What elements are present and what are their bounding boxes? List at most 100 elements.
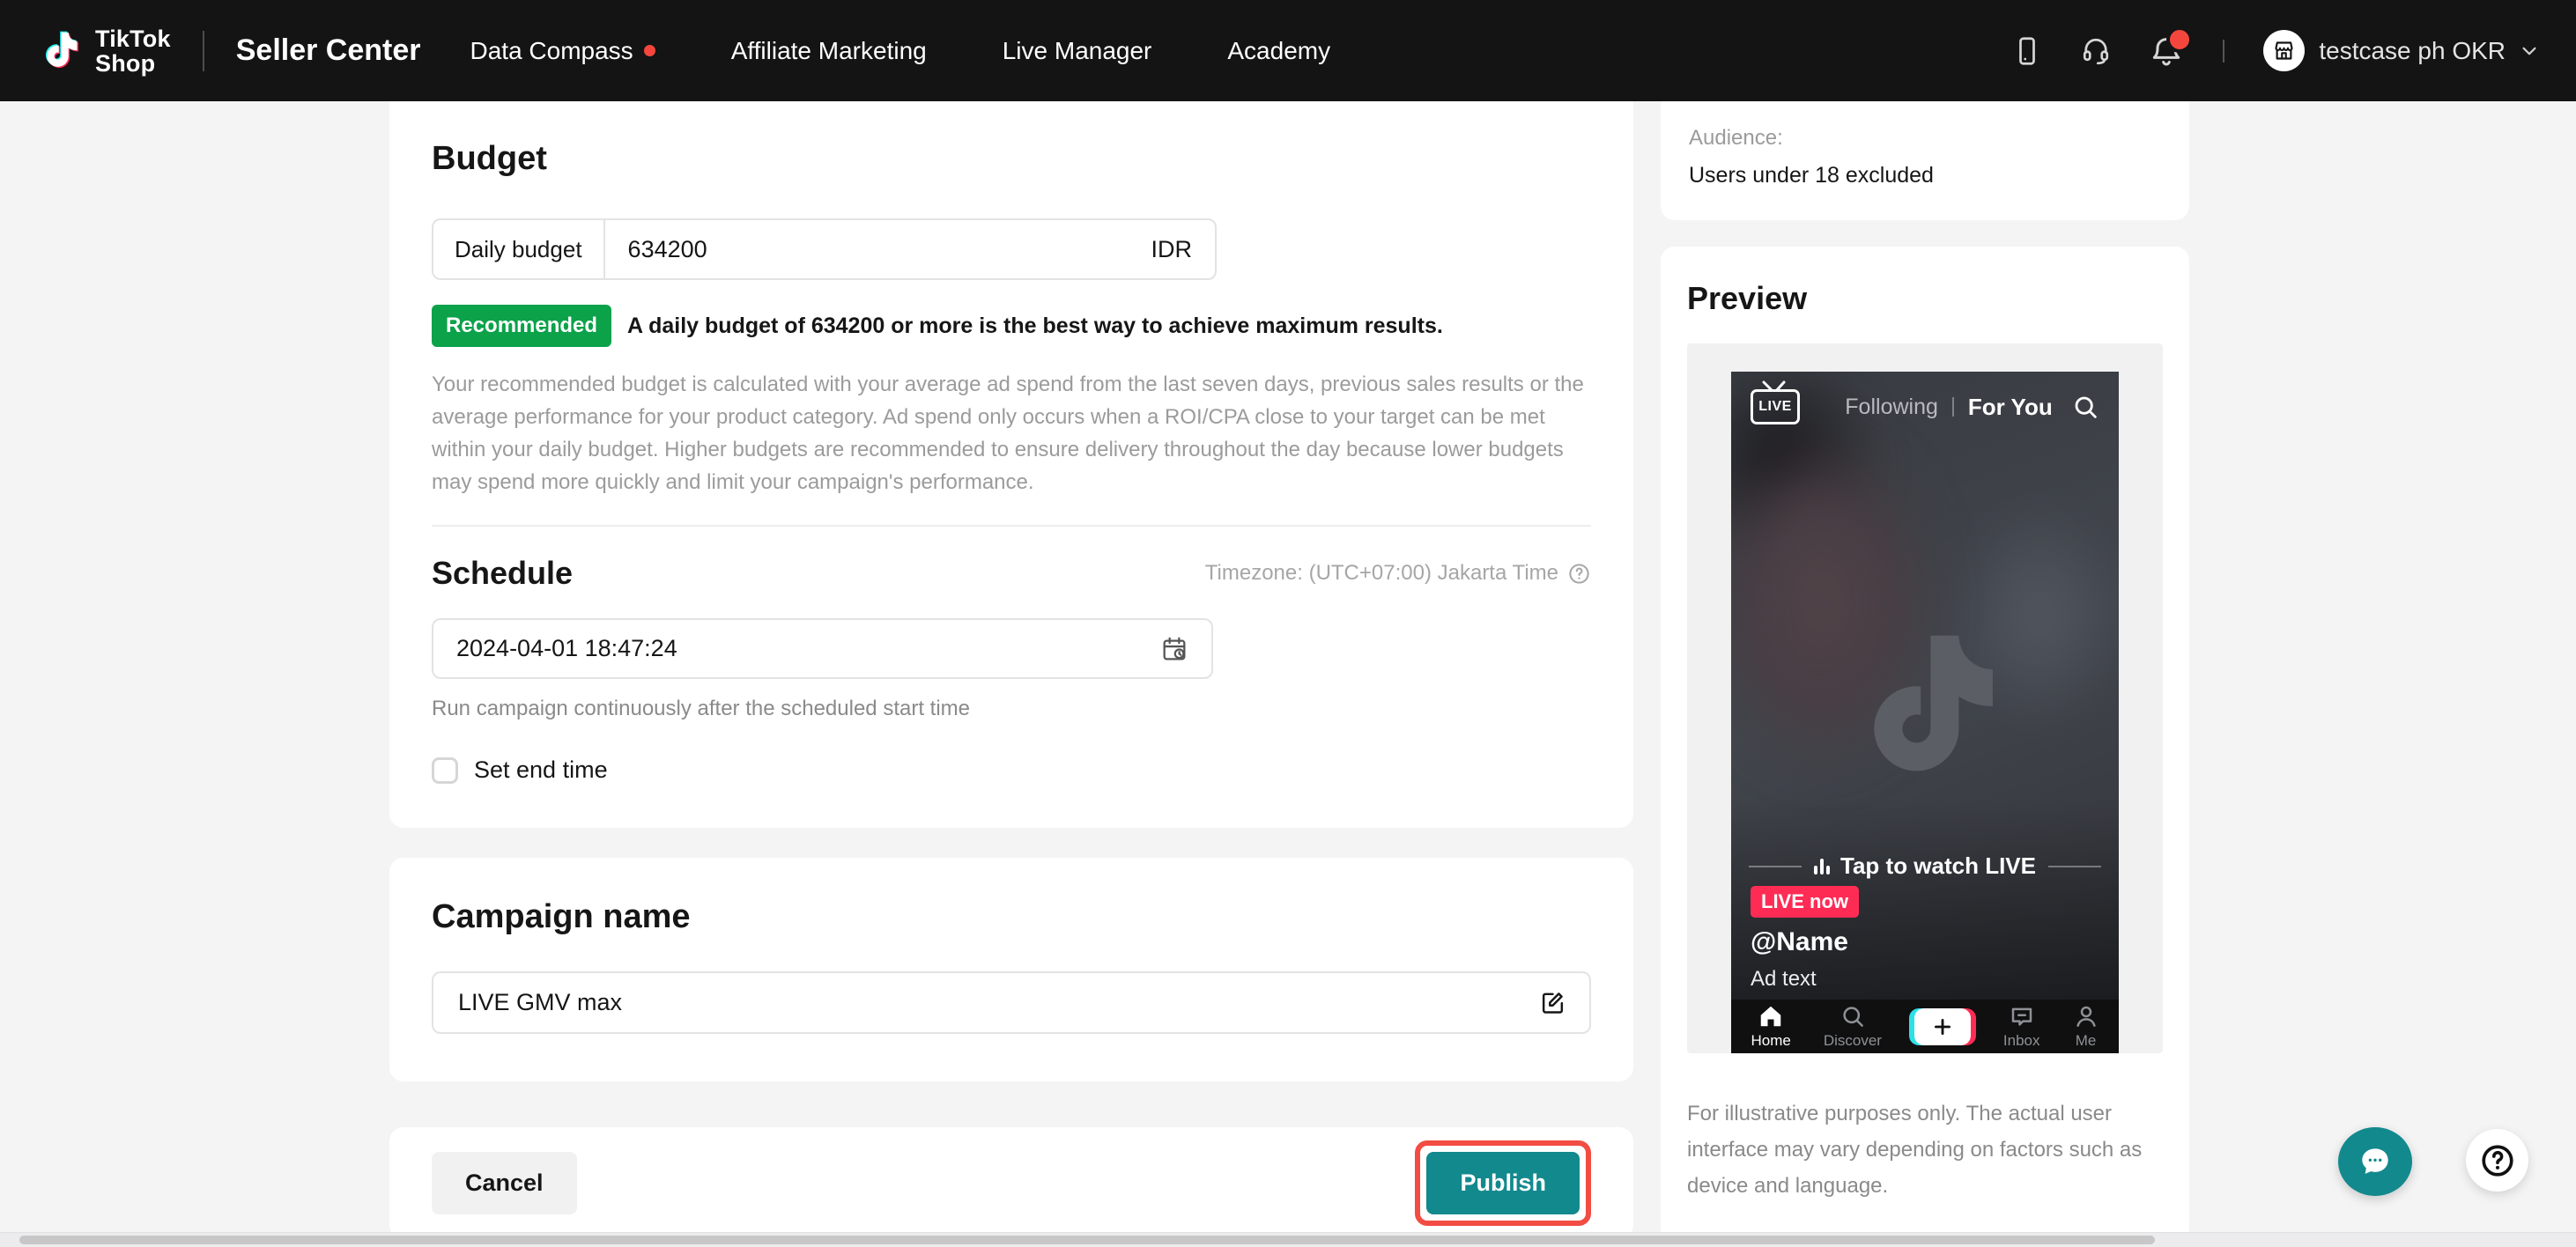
schedule-title: Schedule	[432, 555, 573, 592]
recommendation-text: A daily budget of 634200 or more is the …	[627, 314, 1443, 339]
notification-badge	[2166, 26, 2193, 53]
section-divider	[432, 525, 1591, 527]
chevron-down-icon	[2520, 41, 2539, 61]
nav-menu: Data Compass Affiliate Marketing Live Ma…	[470, 37, 1331, 65]
tap-to-watch: Tap to watch LIVE	[1814, 852, 2036, 880]
support-headset-icon[interactable]	[2080, 35, 2112, 67]
timezone-help-icon[interactable]	[1567, 562, 1591, 586]
nav-right-cluster: testcase ph OKR	[2011, 30, 2539, 71]
edit-icon[interactable]	[1539, 989, 1566, 1016]
mobile-app-icon[interactable]	[2011, 35, 2043, 67]
nav-divider	[203, 31, 204, 71]
tap-to-watch-row: Tap to watch LIVE	[1731, 852, 2119, 880]
question-circle-icon	[2478, 1141, 2517, 1180]
scrollbar-thumb[interactable]	[19, 1236, 2155, 1244]
campaign-name-card: Campaign name	[389, 858, 1633, 1081]
help-button[interactable]	[2466, 1129, 2528, 1192]
nav-item-label: Live Manager	[1003, 37, 1152, 65]
phone-top-bar: LIVE Following For You	[1731, 372, 2119, 442]
nav-item-live-manager[interactable]: Live Manager	[1003, 37, 1152, 65]
set-end-time-row: Set end time	[432, 756, 1591, 784]
live-tv-icon: LIVE	[1751, 389, 1800, 424]
tiktok-note-icon	[37, 26, 83, 77]
phone-nav-label: Home	[1751, 1032, 1790, 1050]
phone-nav-inbox: Inbox	[2003, 1003, 2040, 1050]
publish-button[interactable]: Publish	[1426, 1152, 1580, 1214]
ad-username: @Name	[1751, 927, 1848, 957]
phone-nav-label: Me	[2076, 1032, 2097, 1050]
annotation-highlight: Publish	[1415, 1140, 1591, 1226]
account-menu[interactable]: testcase ph OKR	[2263, 30, 2539, 71]
decor-line	[1749, 866, 1802, 867]
brand-text: TikTok Shop	[95, 26, 171, 76]
nav-item-academy[interactable]: Academy	[1227, 37, 1330, 65]
phone-nav-discover: Discover	[1824, 1003, 1882, 1050]
live-tv-label: LIVE	[1758, 399, 1792, 415]
preview-card: Preview LIVE	[1661, 247, 2189, 1243]
set-end-time-label: Set end time	[474, 756, 608, 784]
budget-input-group: Daily budget IDR	[432, 218, 1217, 280]
decor-line	[2048, 866, 2101, 867]
budget-type-selector[interactable]: Daily budget	[433, 220, 605, 278]
profile-icon	[2073, 1003, 2099, 1029]
budget-title: Budget	[432, 140, 1591, 178]
summary-column: Audience: Users under 18 excluded Previe…	[1661, 101, 2189, 1243]
budget-currency-label: IDR	[1129, 220, 1216, 278]
nav-item-label: Academy	[1227, 37, 1330, 65]
nav-item-label: Data Compass	[470, 37, 633, 65]
ad-text: Ad text	[1751, 967, 1817, 992]
nav-item-label: Affiliate Marketing	[731, 37, 927, 65]
audience-label: Audience:	[1689, 126, 2161, 151]
product-title[interactable]: Seller Center	[236, 33, 421, 68]
campaign-name-title: Campaign name	[432, 898, 1591, 936]
phone-preview-container: LIVE Following For You	[1687, 343, 2163, 1053]
set-end-time-checkbox[interactable]	[432, 757, 458, 784]
tap-to-watch-label: Tap to watch LIVE	[1840, 852, 2036, 880]
seller-center-page: TikTok Shop Seller Center Data Compass A…	[0, 0, 2576, 1247]
phone-mockup: LIVE Following For You	[1731, 372, 2119, 1053]
notification-bell-icon[interactable]	[2149, 33, 2184, 69]
preview-disclaimer: For illustrative purposes only. The actu…	[1687, 1096, 2163, 1204]
store-avatar-icon	[2263, 30, 2305, 71]
phone-bottom-nav: Home Discover	[1731, 1000, 2119, 1053]
start-time-picker[interactable]: 2024-04-01 18:47:24	[432, 618, 1213, 679]
phone-nav-me: Me	[2073, 1003, 2099, 1050]
brand-line2: Shop	[95, 51, 171, 76]
tab-separator	[1952, 397, 1954, 417]
tab-following: Following	[1845, 395, 1938, 420]
tab-for-you: For You	[1968, 394, 2053, 421]
timezone-info: Timezone: (UTC+07:00) Jakarta Time	[1205, 561, 1591, 586]
form-actions-bar: Cancel Publish	[389, 1127, 1633, 1239]
phone-nav-label: Discover	[1824, 1032, 1882, 1050]
phone-search-icon	[2071, 393, 2099, 421]
notification-dot	[644, 45, 655, 56]
home-icon	[1758, 1003, 1784, 1029]
calendar-clock-icon	[1160, 635, 1188, 663]
phone-feed-tabs: Following For You	[1845, 394, 2052, 421]
chat-support-button[interactable]	[2338, 1127, 2412, 1196]
timezone-text: Timezone: (UTC+07:00) Jakarta Time	[1205, 561, 1558, 586]
nav-item-affiliate-marketing[interactable]: Affiliate Marketing	[731, 37, 927, 65]
start-time-value: 2024-04-01 18:47:24	[456, 635, 677, 662]
brand-line1: TikTok	[95, 26, 171, 51]
budget-amount-input[interactable]	[605, 220, 1129, 278]
plus-icon	[1914, 1008, 1971, 1045]
tiktok-watermark-icon	[1835, 608, 2016, 810]
nav-item-data-compass[interactable]: Data Compass	[470, 37, 655, 65]
nav-separator	[2223, 40, 2224, 63]
phone-nav-label: Inbox	[2003, 1032, 2040, 1050]
recommended-badge: Recommended	[432, 305, 611, 347]
budget-schedule-card: Budget Daily budget IDR Recommended A da…	[389, 101, 1633, 828]
budget-description: Your recommended budget is calculated wi…	[432, 368, 1591, 498]
tiktok-shop-logo[interactable]: TikTok Shop	[37, 26, 171, 77]
top-navigation-bar: TikTok Shop Seller Center Data Compass A…	[0, 0, 2576, 101]
campaign-name-input[interactable]	[456, 988, 1539, 1017]
account-name: testcase ph OKR	[2319, 37, 2506, 65]
live-bars-icon	[1814, 859, 1830, 874]
audience-value: Users under 18 excluded	[1689, 163, 2161, 188]
inbox-icon	[2009, 1003, 2035, 1029]
cancel-button[interactable]: Cancel	[432, 1152, 577, 1214]
schedule-helper-text: Run campaign continuously after the sche…	[432, 697, 1591, 721]
recommendation-row: Recommended A daily budget of 634200 or …	[432, 305, 1591, 347]
phone-nav-home: Home	[1751, 1003, 1790, 1050]
